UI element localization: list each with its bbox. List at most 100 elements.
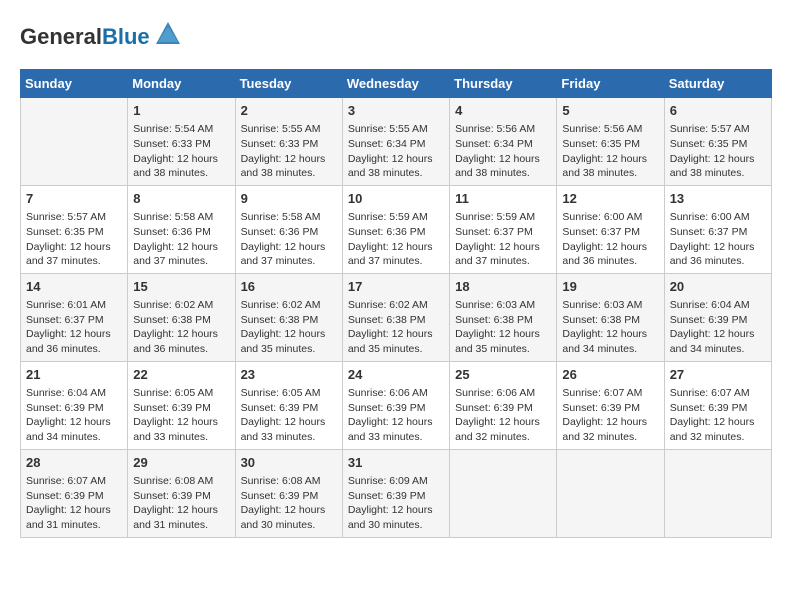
day-number: 28: [26, 454, 122, 472]
day-number: 7: [26, 190, 122, 208]
calendar-cell: [664, 449, 771, 537]
calendar-cell: 14 Sunrise: 6:01 AM Sunset: 6:37 PM Dayli…: [21, 273, 128, 361]
day-number: 22: [133, 366, 229, 384]
calendar-cell: 29Sunrise: 6:08 AM Sunset: 6:39 PM Dayli…: [128, 449, 235, 537]
day-info: Sunrise: 6:01 AM Sunset: 6:37 PM Dayligh…: [26, 298, 122, 357]
calendar-cell: 6 Sunrise: 5:57 AM Sunset: 6:35 PM Daylig…: [664, 98, 771, 186]
calendar-cell: 31Sunrise: 6:09 AM Sunset: 6:39 PM Dayli…: [342, 449, 449, 537]
day-info: Sunrise: 6:06 AM Sunset: 6:39 PM Dayligh…: [348, 386, 444, 445]
day-number: 23: [241, 366, 337, 384]
day-info: Sunrise: 6:07 AM Sunset: 6:39 PM Dayligh…: [26, 474, 122, 533]
day-number: 15: [133, 278, 229, 296]
day-number: 18: [455, 278, 551, 296]
calendar-table: SundayMondayTuesdayWednesdayThursdayFrid…: [20, 69, 772, 538]
calendar-cell: 4 Sunrise: 5:56 AM Sunset: 6:34 PM Daylig…: [450, 98, 557, 186]
day-info: Sunrise: 6:08 AM Sunset: 6:39 PM Dayligh…: [241, 474, 337, 533]
day-info: Sunrise: 6:00 AM Sunset: 6:37 PM Dayligh…: [562, 210, 658, 269]
day-info: Sunrise: 6:04 AM Sunset: 6:39 PM Dayligh…: [26, 386, 122, 445]
day-info: Sunrise: 5:55 AM Sunset: 6:34 PM Dayligh…: [348, 122, 444, 181]
calendar-cell: 8Sunrise: 5:58 AM Sunset: 6:36 PM Daylig…: [128, 185, 235, 273]
calendar-cell: [557, 449, 664, 537]
day-number: 21: [26, 366, 122, 384]
day-number: 30: [241, 454, 337, 472]
day-info: Sunrise: 6:04 AM Sunset: 6:39 PM Dayligh…: [670, 298, 766, 357]
calendar-cell: 20 Sunrise: 6:04 AM Sunset: 6:39 PM Dayli…: [664, 273, 771, 361]
calendar-cell: 9Sunrise: 5:58 AM Sunset: 6:36 PM Daylig…: [235, 185, 342, 273]
calendar-cell: 2 Sunrise: 5:55 AM Sunset: 6:33 PM Daylig…: [235, 98, 342, 186]
calendar-cell: 30 Sunrise: 6:08 AM Sunset: 6:39 PM Dayli…: [235, 449, 342, 537]
day-info: Sunrise: 6:03 AM Sunset: 6:38 PM Dayligh…: [562, 298, 658, 357]
column-header-tuesday: Tuesday: [235, 70, 342, 98]
calendar-cell: [21, 98, 128, 186]
logo: GeneralBlue: [20, 20, 182, 53]
calendar-cell: 28 Sunrise: 6:07 AM Sunset: 6:39 PM Dayli…: [21, 449, 128, 537]
page-header: GeneralBlue: [20, 20, 772, 53]
calendar-cell: 17 Sunrise: 6:02 AM Sunset: 6:38 PM Dayli…: [342, 273, 449, 361]
calendar-week-row: 14 Sunrise: 6:01 AM Sunset: 6:37 PM Dayli…: [21, 273, 772, 361]
day-info: Sunrise: 6:07 AM Sunset: 6:39 PM Dayligh…: [562, 386, 658, 445]
day-number: 9: [241, 190, 337, 208]
day-number: 4: [455, 102, 551, 120]
logo-general: General: [20, 24, 102, 49]
day-info: Sunrise: 5:58 AM Sunset: 6:36 PM Dayligh…: [133, 210, 229, 269]
day-number: 14: [26, 278, 122, 296]
day-number: 26: [562, 366, 658, 384]
day-number: 12: [562, 190, 658, 208]
calendar-cell: 15 Sunrise: 6:02 AM Sunset: 6:38 PM Dayli…: [128, 273, 235, 361]
calendar-header-row: SundayMondayTuesdayWednesdayThursdayFrid…: [21, 70, 772, 98]
day-info: Sunrise: 6:06 AM Sunset: 6:39 PM Dayligh…: [455, 386, 551, 445]
day-number: 1: [133, 102, 229, 120]
day-number: 19: [562, 278, 658, 296]
day-info: Sunrise: 6:02 AM Sunset: 6:38 PM Dayligh…: [133, 298, 229, 357]
calendar-cell: 7 Sunrise: 5:57 AM Sunset: 6:35 PM Daylig…: [21, 185, 128, 273]
day-number: 31: [348, 454, 444, 472]
day-info: Sunrise: 6:02 AM Sunset: 6:38 PM Dayligh…: [348, 298, 444, 357]
column-header-sunday: Sunday: [21, 70, 128, 98]
day-number: 24: [348, 366, 444, 384]
day-number: 27: [670, 366, 766, 384]
calendar-cell: 26 Sunrise: 6:07 AM Sunset: 6:39 PM Dayli…: [557, 361, 664, 449]
day-number: 17: [348, 278, 444, 296]
calendar-cell: 11Sunrise: 5:59 AM Sunset: 6:37 PM Dayli…: [450, 185, 557, 273]
day-info: Sunrise: 5:54 AM Sunset: 6:33 PM Dayligh…: [133, 122, 229, 181]
calendar-week-row: 21 Sunrise: 6:04 AM Sunset: 6:39 PM Dayli…: [21, 361, 772, 449]
column-header-friday: Friday: [557, 70, 664, 98]
day-number: 2: [241, 102, 337, 120]
day-info: Sunrise: 6:00 AM Sunset: 6:37 PM Dayligh…: [670, 210, 766, 269]
day-number: 13: [670, 190, 766, 208]
calendar-cell: 3 Sunrise: 5:55 AM Sunset: 6:34 PM Daylig…: [342, 98, 449, 186]
day-info: Sunrise: 6:05 AM Sunset: 6:39 PM Dayligh…: [133, 386, 229, 445]
calendar-cell: 12 Sunrise: 6:00 AM Sunset: 6:37 PM Dayli…: [557, 185, 664, 273]
calendar-cell: 25 Sunrise: 6:06 AM Sunset: 6:39 PM Dayli…: [450, 361, 557, 449]
day-info: Sunrise: 6:08 AM Sunset: 6:39 PM Dayligh…: [133, 474, 229, 533]
logo-icon: [154, 20, 182, 53]
calendar-cell: 21 Sunrise: 6:04 AM Sunset: 6:39 PM Dayli…: [21, 361, 128, 449]
day-info: Sunrise: 5:55 AM Sunset: 6:33 PM Dayligh…: [241, 122, 337, 181]
day-number: 6: [670, 102, 766, 120]
calendar-cell: 23Sunrise: 6:05 AM Sunset: 6:39 PM Dayli…: [235, 361, 342, 449]
column-header-thursday: Thursday: [450, 70, 557, 98]
column-header-saturday: Saturday: [664, 70, 771, 98]
calendar-cell: [450, 449, 557, 537]
logo-blue: Blue: [102, 24, 150, 49]
calendar-cell: 10Sunrise: 5:59 AM Sunset: 6:36 PM Dayli…: [342, 185, 449, 273]
calendar-cell: 18 Sunrise: 6:03 AM Sunset: 6:38 PM Dayli…: [450, 273, 557, 361]
day-info: Sunrise: 6:03 AM Sunset: 6:38 PM Dayligh…: [455, 298, 551, 357]
day-info: Sunrise: 6:02 AM Sunset: 6:38 PM Dayligh…: [241, 298, 337, 357]
day-number: 25: [455, 366, 551, 384]
calendar-cell: 27Sunrise: 6:07 AM Sunset: 6:39 PM Dayli…: [664, 361, 771, 449]
day-number: 16: [241, 278, 337, 296]
day-number: 20: [670, 278, 766, 296]
day-info: Sunrise: 5:56 AM Sunset: 6:35 PM Dayligh…: [562, 122, 658, 181]
calendar-week-row: 7 Sunrise: 5:57 AM Sunset: 6:35 PM Daylig…: [21, 185, 772, 273]
calendar-cell: 13 Sunrise: 6:00 AM Sunset: 6:37 PM Dayli…: [664, 185, 771, 273]
day-info: Sunrise: 5:57 AM Sunset: 6:35 PM Dayligh…: [670, 122, 766, 181]
column-header-monday: Monday: [128, 70, 235, 98]
calendar-cell: 22 Sunrise: 6:05 AM Sunset: 6:39 PM Dayli…: [128, 361, 235, 449]
calendar-cell: 19 Sunrise: 6:03 AM Sunset: 6:38 PM Dayli…: [557, 273, 664, 361]
day-number: 3: [348, 102, 444, 120]
day-info: Sunrise: 5:56 AM Sunset: 6:34 PM Dayligh…: [455, 122, 551, 181]
calendar-cell: 16 Sunrise: 6:02 AM Sunset: 6:38 PM Dayli…: [235, 273, 342, 361]
day-info: Sunrise: 5:57 AM Sunset: 6:35 PM Dayligh…: [26, 210, 122, 269]
calendar-week-row: 28 Sunrise: 6:07 AM Sunset: 6:39 PM Dayli…: [21, 449, 772, 537]
